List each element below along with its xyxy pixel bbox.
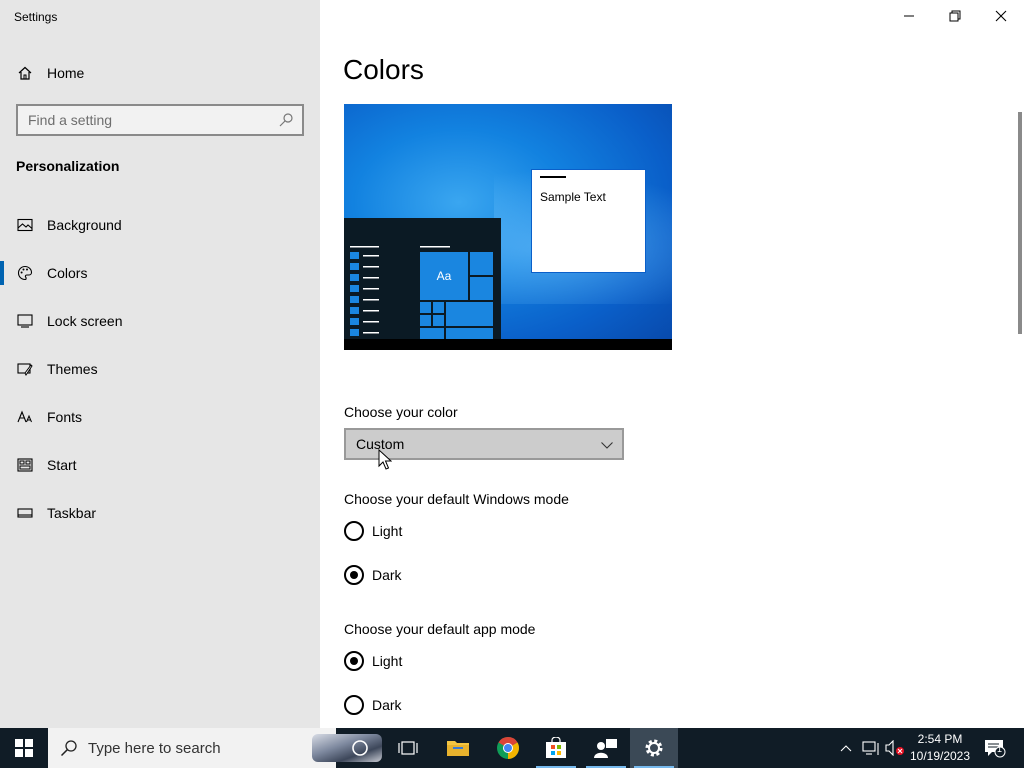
sidebar-item-label: Taskbar <box>47 505 97 521</box>
color-preview: Aa Sample Text <box>344 104 672 350</box>
restore-button[interactable] <box>932 0 978 32</box>
chevron-down-icon <box>601 442 613 449</box>
volume-muted-icon <box>885 740 904 756</box>
chrome-button[interactable] <box>484 728 532 768</box>
preview-tile-text: Aa <box>436 269 452 283</box>
sidebar-item-lock-screen[interactable]: Lock screen <box>0 301 320 341</box>
mouse-cursor-icon <box>378 449 392 470</box>
home-icon <box>18 66 32 80</box>
sidebar-item-label: Fonts <box>47 409 83 425</box>
cortana-button[interactable] <box>336 728 384 768</box>
volume-button[interactable] <box>884 728 906 768</box>
settings-search-input[interactable] <box>28 111 268 129</box>
app-mode-dark-radio[interactable]: Dark <box>344 694 544 718</box>
people-icon <box>594 739 617 758</box>
sidebar-item-label: Lock screen <box>47 313 123 329</box>
notification-icon <box>985 740 1006 758</box>
preview-sample-window: Sample Text <box>531 169 646 273</box>
sidebar-item-start[interactable]: Start <box>0 445 320 485</box>
chrome-icon <box>497 737 519 759</box>
sample-window-titlebar-line <box>540 176 566 178</box>
search-icon[interactable] <box>278 112 294 128</box>
radio-dot <box>350 657 358 665</box>
task-view-button[interactable] <box>384 728 432 768</box>
sidebar-item-themes[interactable]: Themes <box>0 349 320 389</box>
search-icon <box>60 740 77 757</box>
page-title: Colors <box>343 54 424 85</box>
choose-color-label: Choose your color <box>344 404 458 420</box>
radio-label: Light <box>372 653 403 669</box>
app-mode-label: Choose your default app mode <box>344 621 536 637</box>
close-icon <box>995 10 1007 22</box>
store-icon <box>546 737 566 758</box>
store-button[interactable] <box>532 728 580 768</box>
sidebar-item-label: Themes <box>47 361 98 377</box>
preview-start-menu: Aa <box>344 218 501 339</box>
preview-taskbar <box>344 339 672 350</box>
palette-icon <box>17 265 33 281</box>
windows-logo-icon <box>15 739 33 757</box>
chevron-up-icon <box>840 745 852 752</box>
radio-label: Light <box>372 523 403 539</box>
sidebar-item-label: Colors <box>47 265 88 281</box>
restore-icon <box>949 10 961 22</box>
start-icon <box>17 458 33 472</box>
cortana-icon <box>352 740 368 756</box>
clock-date: 10/19/2023 <box>909 749 971 763</box>
radio-circle-checked <box>344 565 364 585</box>
taskbar-search-box[interactable]: Type here to search <box>48 728 382 768</box>
lock-screen-icon <box>17 314 33 328</box>
fonts-icon <box>17 410 32 423</box>
action-center-button[interactable]: 1 <box>978 728 1012 768</box>
windows-mode-light-radio[interactable]: Light <box>344 520 544 544</box>
radio-label: Dark <box>372 567 402 583</box>
settings-search-box[interactable] <box>16 104 304 136</box>
sidebar-item-background[interactable]: Background <box>0 205 320 245</box>
notification-count: 1 <box>997 744 1003 754</box>
sidebar-item-label: Background <box>47 217 122 233</box>
radio-dot <box>350 571 358 579</box>
network-button[interactable] <box>860 728 882 768</box>
taskbar-icon <box>17 508 33 518</box>
section-title: Personalization <box>16 158 120 174</box>
sidebar-item-label: Start <box>47 457 77 473</box>
minimize-button[interactable] <box>886 0 932 32</box>
show-hidden-icons-button[interactable] <box>836 728 856 768</box>
network-icon <box>862 741 879 755</box>
radio-label: Dark <box>372 697 402 713</box>
app-title: Settings <box>14 10 58 24</box>
file-explorer-button[interactable] <box>434 728 482 768</box>
taskbar-search-placeholder: Type here to search <box>88 740 221 757</box>
sidebar-item-colors[interactable]: Colors <box>0 253 320 293</box>
taskbar-clock[interactable]: 2:54 PM 10/19/2023 <box>905 731 975 765</box>
people-app-button[interactable] <box>582 728 630 768</box>
clock-time: 2:54 PM <box>917 732 963 746</box>
gear-icon <box>645 739 663 757</box>
windows-mode-label: Choose your default Windows mode <box>344 491 569 507</box>
minimize-icon <box>904 15 914 17</box>
image-icon <box>17 218 33 232</box>
settings-taskbar-button[interactable] <box>630 728 678 768</box>
home-label: Home <box>47 65 85 81</box>
app-mode-light-radio[interactable]: Light <box>344 650 544 674</box>
vertical-scrollbar[interactable] <box>1018 112 1022 334</box>
radio-circle-checked <box>344 651 364 671</box>
sample-text: Sample Text <box>540 190 606 204</box>
radio-circle <box>344 695 364 715</box>
windows-taskbar: Type here to search 2:54 PM 10/19/2023 1 <box>0 728 1024 768</box>
sidebar: Settings Home Personalization Background… <box>0 0 320 728</box>
sidebar-item-taskbar[interactable]: Taskbar <box>0 493 320 533</box>
folder-icon <box>447 741 469 756</box>
close-button[interactable] <box>978 0 1024 32</box>
sidebar-item-fonts[interactable]: Fonts <box>0 397 320 437</box>
windows-mode-dark-radio[interactable]: Dark <box>344 564 544 588</box>
task-view-icon <box>398 741 418 755</box>
start-button[interactable] <box>0 728 48 768</box>
home-nav-item[interactable]: Home <box>0 58 320 88</box>
themes-icon <box>17 363 33 376</box>
active-indicator <box>0 261 4 285</box>
radio-circle <box>344 521 364 541</box>
